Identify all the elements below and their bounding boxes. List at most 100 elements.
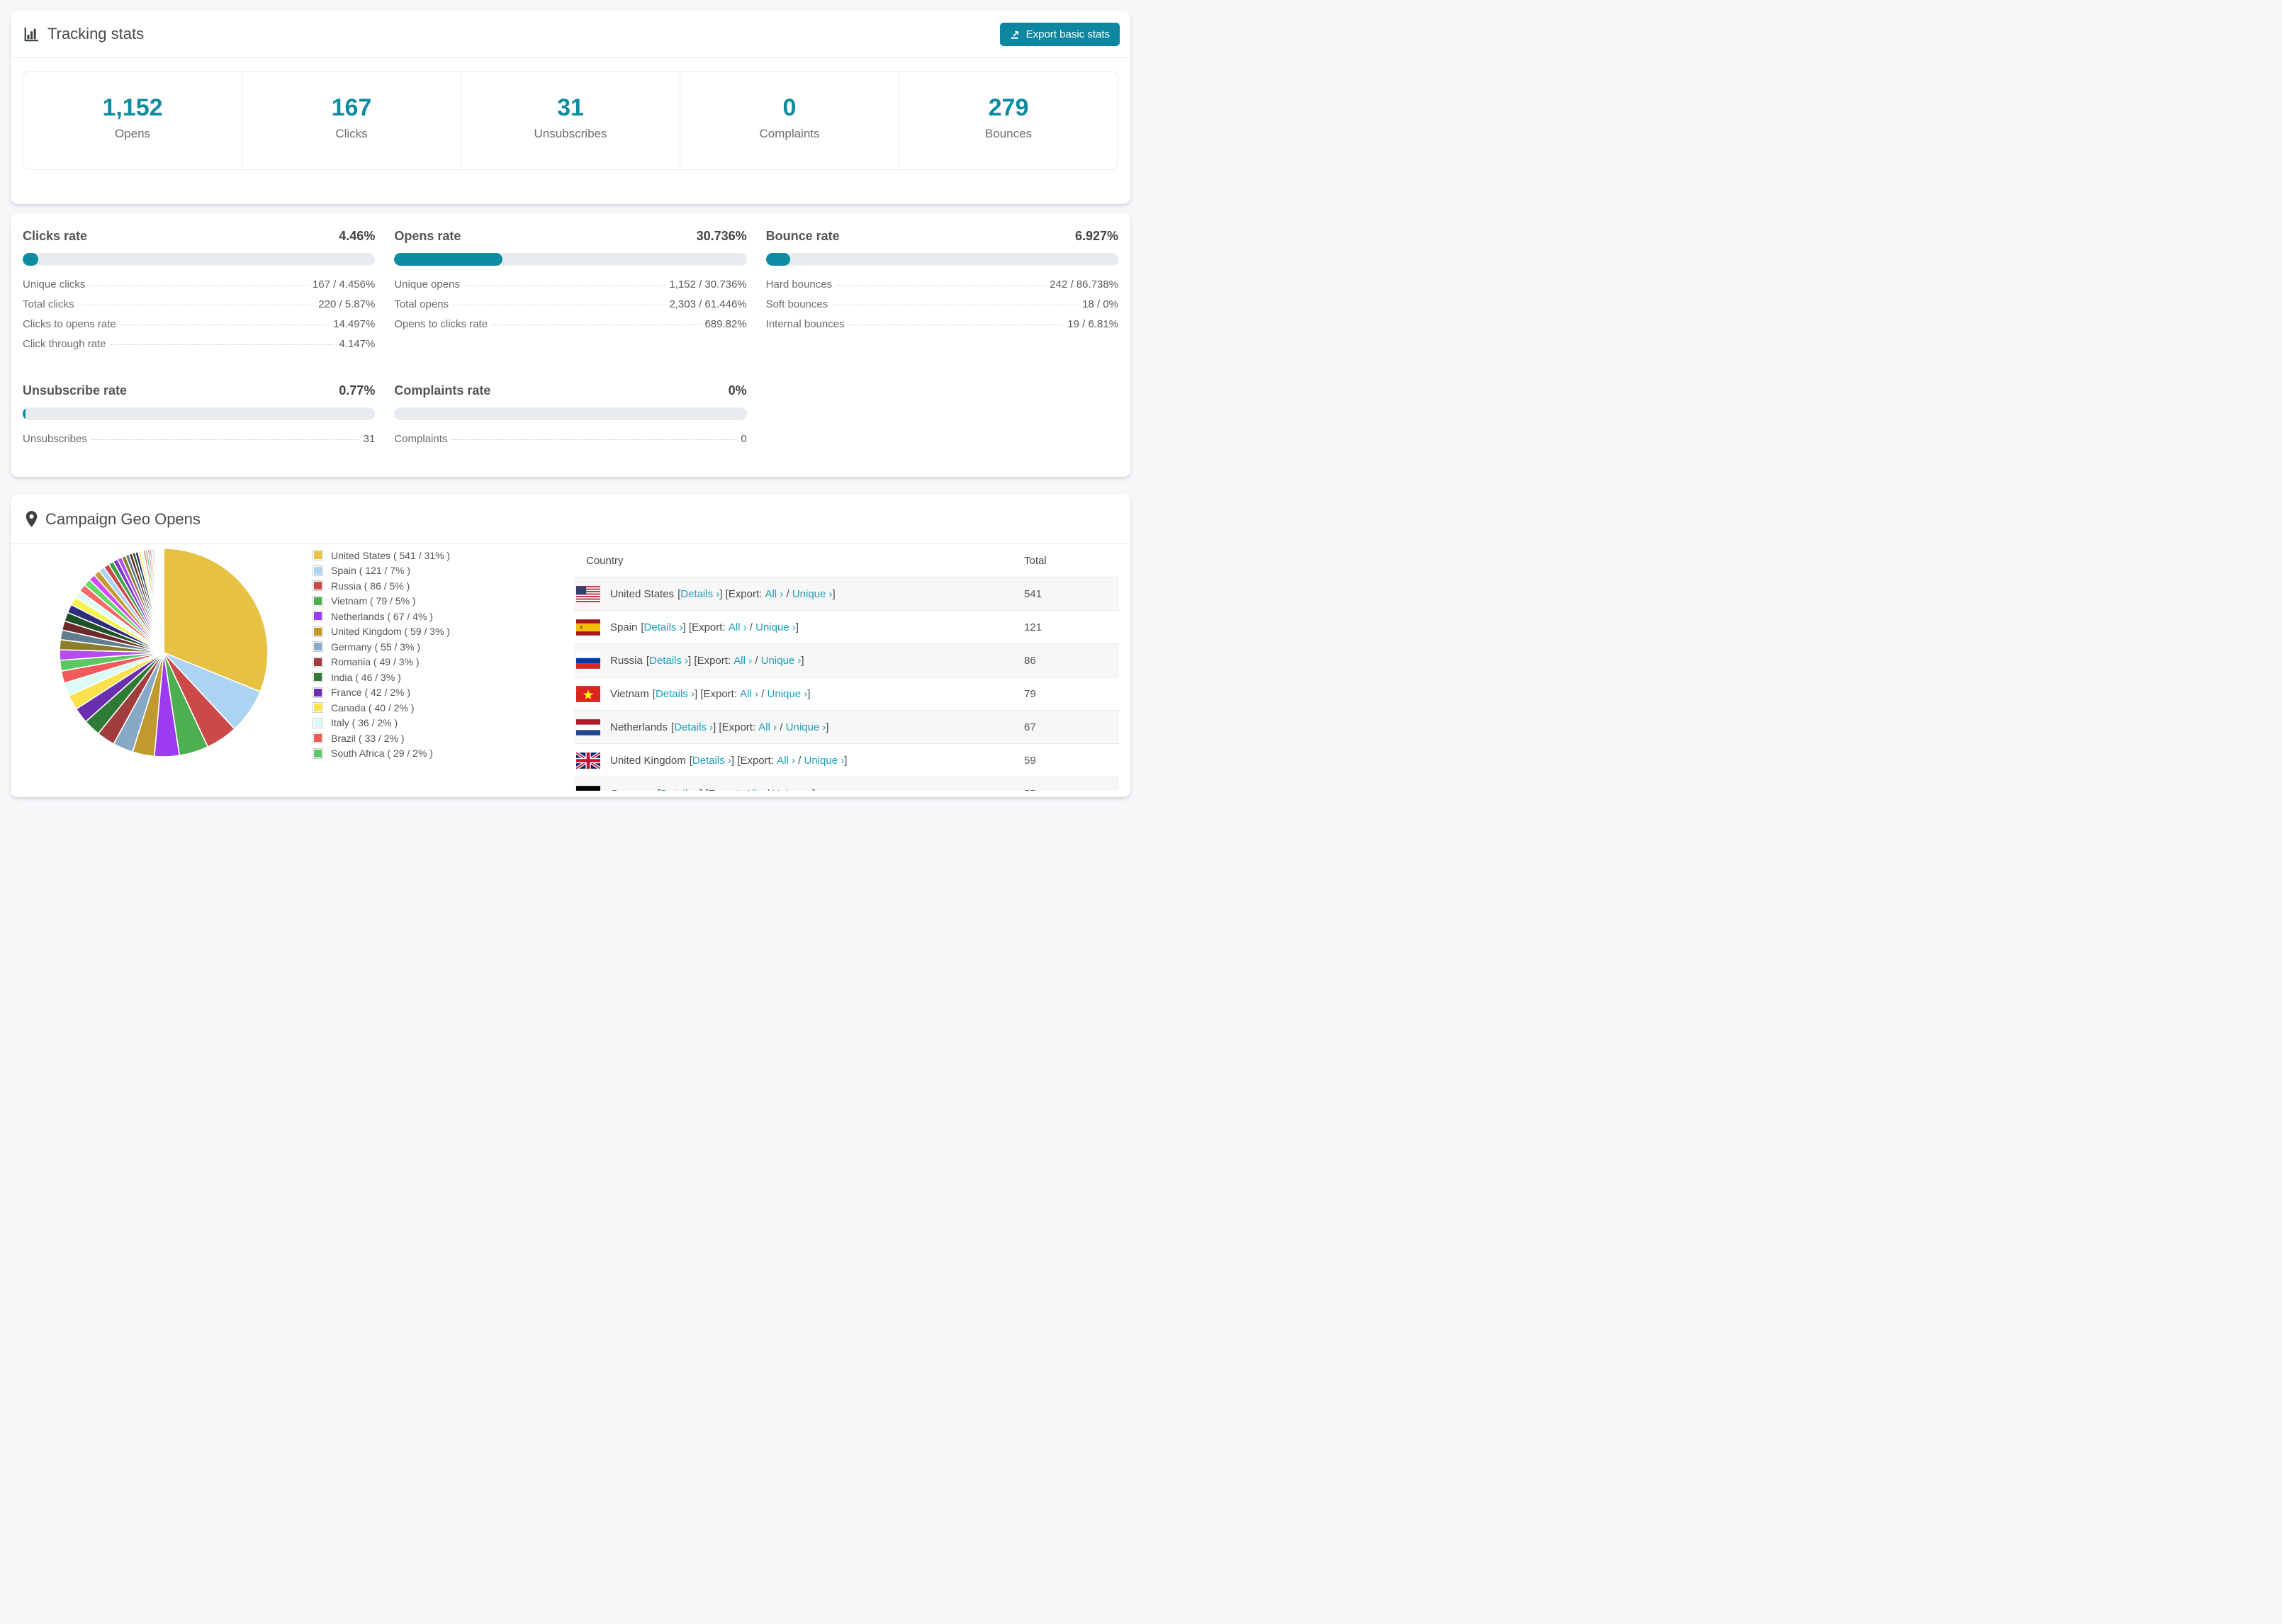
legend-item-united-states: United States ( 541 / 31% ) [313, 548, 497, 563]
export-label: Export: [728, 587, 763, 600]
legend-item-united-kingdom: United Kingdom ( 59 / 3% ) [313, 624, 497, 640]
details-link[interactable]: Details › [661, 788, 699, 791]
flag-vn-icon [576, 685, 600, 702]
stat-line: Soft bounces 18 / 0% [766, 298, 1118, 318]
geo-table-row-nl: Netherlands [Details ›] [Export: All › /… [574, 710, 1119, 743]
rate-title: Unsubscribe rate [23, 383, 128, 397]
stat-label: Soft bounces [765, 298, 828, 310]
stat-line: Hard bounces 242 / 86.738% [766, 278, 1118, 298]
stat-value: 31 [363, 433, 376, 445]
dotted-leader [451, 439, 737, 440]
flag-gb-icon [576, 752, 600, 769]
stat-value: 242 / 86.738% [1050, 278, 1118, 291]
export-all-link[interactable]: All › [765, 588, 783, 600]
legend-label: South Africa ( 29 / 2% ) [331, 748, 433, 760]
details-link[interactable]: Details › [649, 655, 688, 667]
summary-box-clicks: 167 Clicks [242, 72, 461, 169]
country-name: Vietnam [610, 687, 649, 700]
stat-label: Complaints [394, 433, 448, 445]
dotted-leader [89, 285, 308, 286]
stat-value: 19 / 6.81% [1067, 318, 1118, 330]
rate-title: Clicks rate [23, 229, 88, 243]
stat-value: 14.497% [333, 318, 376, 330]
rate-value: 6.927% [1074, 229, 1118, 243]
legend-item-germany: Germany ( 55 / 3% ) [313, 639, 497, 655]
summary-label: Clicks [335, 127, 368, 140]
export-label: Export: [697, 654, 731, 667]
legend-label: Russia ( 86 / 5% ) [331, 580, 410, 592]
export-unique-link[interactable]: Unique › [772, 788, 812, 791]
rate-block-clicks: Clicks rate 4.46% Unique clicks 167 / 4.… [23, 229, 376, 358]
rate-block-opens: Opens rate 30.736% Unique opens 1,152 / … [394, 229, 747, 358]
stat-value: 689.82% [704, 318, 747, 330]
details-link[interactable]: Details › [656, 688, 695, 700]
bar-chart-icon [23, 26, 39, 42]
progress-bar-fill [765, 253, 791, 266]
country-name: United States [610, 587, 675, 600]
dotted-leader [463, 285, 665, 286]
legend-swatch [313, 565, 323, 576]
details-link[interactable]: Details › [692, 755, 731, 767]
details-link[interactable]: Details › [644, 621, 683, 633]
progress-bar-track [394, 407, 747, 420]
geo-table-rows: United States [Details ›] [Export: All ›… [574, 577, 1119, 791]
tracking-stats-header: Tracking stats Export basic stats [11, 11, 1130, 58]
stat-label: Unsubscribes [23, 433, 87, 445]
rate-title: Bounce rate [765, 229, 840, 243]
export-unique-link[interactable]: Unique › [804, 755, 845, 767]
legend-label: Italy ( 36 / 2% ) [331, 717, 398, 729]
geo-table-row-ru: Russia [Details ›] [Export: All › / Uniq… [574, 643, 1119, 677]
export-unique-link[interactable]: Unique › [792, 588, 833, 600]
stat-label: Unique clicks [23, 278, 86, 291]
legend-swatch [313, 672, 323, 683]
export-all-link[interactable]: All › [758, 721, 777, 733]
export-unique-link[interactable]: Unique › [786, 721, 826, 733]
legend-swatch [313, 717, 323, 728]
column-header-total: Total [1024, 554, 1047, 567]
geo-table-header: Country Total [574, 544, 1119, 577]
stat-label: Internal bounces [765, 318, 845, 330]
geo-legend: United States ( 541 / 31% ) Spain ( 121 … [313, 548, 497, 761]
stat-value: 220 / 5.87% [318, 298, 376, 310]
legend-label: Germany ( 55 / 3% ) [331, 641, 421, 653]
pie-slice-other[interactable] [162, 548, 164, 653]
map-pin-icon [26, 511, 38, 527]
progress-bar-track [394, 253, 747, 266]
export-label: Export: [721, 721, 756, 733]
rate-block-unsubscribe: Unsubscribe rate 0.77% Unsubscribes 31 [23, 383, 376, 453]
export-all-link[interactable]: All › [740, 688, 758, 700]
export-unique-link[interactable]: Unique › [768, 688, 808, 700]
details-link[interactable]: Details › [680, 588, 719, 600]
rate-value: 0.77% [339, 383, 376, 397]
legend-label: India ( 46 / 3% ) [331, 671, 401, 683]
summary-box-unsubscribes: 31 Unsubscribes [461, 72, 680, 169]
legend-label: Brazil ( 33 / 2% ) [331, 732, 405, 744]
export-all-link[interactable]: All › [734, 655, 752, 667]
summary-value: 31 [557, 94, 584, 121]
summary-label: Unsubscribes [534, 127, 607, 140]
country-total: 55 [1024, 788, 1119, 791]
campaign-geo-opens-card: Campaign Geo Opens United States ( 541 /… [11, 495, 1130, 797]
geo-table: Country Total United States [Details ›] … [574, 544, 1119, 791]
export-all-link[interactable]: All › [729, 621, 747, 633]
progress-bar-track [765, 253, 1118, 266]
export-basic-stats-button[interactable]: Export basic stats [999, 22, 1120, 46]
export-unique-link[interactable]: Unique › [761, 655, 802, 667]
summary-box-bounces: 279 Bounces [899, 72, 1118, 169]
geo-title-label: Campaign Geo Opens [45, 509, 201, 528]
progress-bar-track [23, 253, 376, 266]
country-name: Spain [610, 621, 638, 633]
stat-label: Hard bounces [765, 278, 833, 291]
geo-table-row-es: Spain [Details ›] [Export: All › / Uniqu… [574, 610, 1119, 643]
export-all-link[interactable]: All › [777, 755, 795, 767]
legend-item-russia: Russia ( 86 / 5% ) [313, 578, 497, 594]
progress-bar-fill [23, 253, 39, 266]
details-link[interactable]: Details › [674, 721, 713, 733]
export-all-link[interactable]: All › [745, 788, 763, 791]
dotted-leader [110, 344, 335, 345]
stat-label: Total clicks [23, 298, 74, 310]
page-title: Tracking stats [23, 25, 144, 43]
country-name: Russia [610, 654, 643, 667]
rate-title: Complaints rate [394, 383, 491, 397]
export-unique-link[interactable]: Unique › [755, 621, 796, 633]
